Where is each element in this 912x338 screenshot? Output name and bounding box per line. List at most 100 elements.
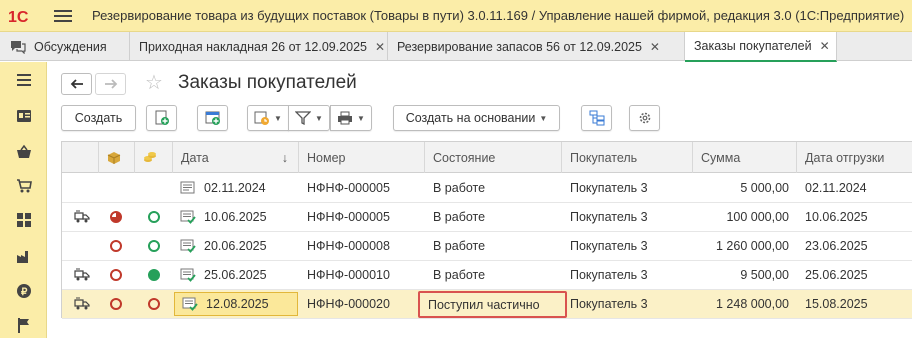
order-date: 02.11.2024 bbox=[204, 181, 266, 195]
orders-table: Дата ↓ Номер Состояние Покупатель Сумма … bbox=[61, 141, 912, 319]
tab-bar: Обсуждения Приходная накладная 26 от 12.… bbox=[0, 32, 912, 62]
payment-full-icon bbox=[148, 269, 160, 281]
order-state: В работе bbox=[433, 268, 486, 282]
forward-button[interactable] bbox=[95, 73, 126, 95]
production-icon[interactable] bbox=[16, 248, 32, 264]
date-cell[interactable]: 12.08.2025 bbox=[174, 292, 298, 316]
print-button[interactable]: ▼ bbox=[330, 105, 372, 131]
order-date: 25.06.2025 bbox=[204, 268, 267, 282]
order-number: НФНФ-000005 bbox=[307, 210, 390, 224]
column-header-icons[interactable] bbox=[62, 142, 99, 173]
date-cell[interactable]: 10.06.2025 bbox=[173, 203, 299, 231]
app-logo[interactable]: 1С bbox=[8, 6, 42, 26]
posted-document-icon bbox=[182, 297, 198, 311]
box-icon bbox=[107, 151, 121, 164]
order-number: НФНФ-000008 bbox=[307, 239, 390, 253]
column-header-customer[interactable]: Покупатель bbox=[562, 142, 693, 173]
column-header-sum[interactable]: Сумма bbox=[693, 142, 797, 173]
order-sum: 1 260 000,00 bbox=[716, 239, 789, 253]
table-row[interactable]: 20.06.2025 НФНФ-000008 В работе Покупатель … bbox=[62, 232, 912, 261]
filter-icon bbox=[295, 111, 312, 125]
main-menu-icon[interactable] bbox=[54, 9, 72, 22]
structure-button[interactable] bbox=[581, 105, 612, 131]
tab-reservation[interactable]: Резервирование запасов 56 от 12.09.2025 … bbox=[388, 32, 685, 61]
reserve-none-icon bbox=[110, 240, 122, 252]
order-ship-date: 02.11.2024 bbox=[805, 181, 867, 195]
catalog-icon[interactable] bbox=[16, 212, 32, 228]
order-date: 12.08.2025 bbox=[206, 297, 269, 311]
period-button[interactable]: ▼ bbox=[247, 105, 289, 131]
create-button[interactable]: Создать bbox=[61, 105, 136, 131]
column-header-number[interactable]: Номер bbox=[299, 142, 425, 173]
table-header: Дата ↓ Номер Состояние Покупатель Сумма … bbox=[62, 142, 912, 173]
order-sum: 9 500,00 bbox=[740, 268, 789, 282]
truck-icon bbox=[66, 261, 96, 289]
gear-icon bbox=[639, 112, 650, 124]
column-header-ship-date[interactable]: Дата отгрузки bbox=[797, 142, 912, 173]
column-header-state[interactable]: Состояние bbox=[425, 142, 562, 173]
chevron-down-icon: ▼ bbox=[274, 113, 282, 123]
new-from-template-button[interactable] bbox=[197, 105, 228, 131]
menu-icon[interactable] bbox=[16, 72, 32, 88]
order-number: НФНФ-000020 bbox=[307, 297, 390, 311]
settings-button[interactable] bbox=[629, 105, 660, 131]
date-cell[interactable]: 02.11.2024 bbox=[173, 174, 299, 202]
flag-icon[interactable] bbox=[16, 317, 32, 333]
filter-button[interactable]: ▼ bbox=[288, 105, 330, 131]
coins-icon bbox=[144, 151, 156, 162]
contacts-icon[interactable] bbox=[16, 108, 32, 124]
date-cell[interactable]: 20.06.2025 bbox=[173, 232, 299, 260]
column-header-date[interactable]: Дата ↓ bbox=[173, 142, 299, 173]
favorite-star-icon[interactable]: ☆ bbox=[145, 72, 163, 94]
table-row[interactable]: 10.06.2025 НФНФ-000005 В работе Покупатель … bbox=[62, 203, 912, 232]
order-sum: 1 248 000,00 bbox=[716, 297, 789, 311]
order-state: В работе bbox=[433, 210, 486, 224]
tab-customer-orders[interactable]: Заказы покупателей ✕ bbox=[685, 32, 837, 62]
create-based-on-button[interactable]: Создать на основании ▼ bbox=[393, 105, 560, 131]
order-date: 10.06.2025 bbox=[204, 210, 267, 224]
document-icon bbox=[180, 181, 196, 195]
tab-label: Резервирование запасов 56 от 12.09.2025 bbox=[397, 39, 642, 54]
table-row[interactable]: 02.11.2024 НФНФ-000005 В работе Покупатель … bbox=[62, 174, 912, 203]
order-customer: Покупатель 3 bbox=[570, 268, 648, 282]
column-header-payment[interactable] bbox=[135, 142, 173, 173]
order-sum: 5 000,00 bbox=[740, 181, 789, 195]
table-row[interactable]: 25.06.2025 НФНФ-000010 В работе Покупатель … bbox=[62, 261, 912, 290]
order-state: В работе bbox=[433, 239, 486, 253]
column-label: Дата отгрузки bbox=[805, 150, 885, 165]
copy-button[interactable] bbox=[146, 105, 177, 131]
order-number: НФНФ-000010 bbox=[307, 268, 390, 282]
tab-discussions[interactable]: Обсуждения bbox=[0, 32, 130, 61]
table-row[interactable]: 12.08.2025 НФНФ-000020 Поступил частично По… bbox=[62, 290, 912, 319]
close-tab-icon[interactable]: ✕ bbox=[650, 40, 660, 54]
discussions-icon bbox=[11, 40, 26, 54]
close-tab-icon[interactable]: ✕ bbox=[820, 39, 830, 53]
column-label: Номер bbox=[307, 150, 346, 165]
page-title: Заказы покупателей bbox=[178, 72, 357, 93]
column-header-reserve[interactable] bbox=[99, 142, 135, 173]
order-state: В работе bbox=[433, 181, 486, 195]
arrow-right-icon bbox=[104, 79, 117, 89]
order-state: Поступил частично bbox=[418, 291, 567, 318]
posted-document-icon bbox=[180, 268, 196, 282]
tab-receipt-invoice[interactable]: Приходная накладная 26 от 12.09.2025 ✕ bbox=[130, 32, 388, 61]
order-ship-date: 25.06.2025 bbox=[805, 268, 868, 282]
date-cell[interactable]: 25.06.2025 bbox=[173, 261, 299, 289]
column-label: Состояние bbox=[433, 150, 496, 165]
order-date: 20.06.2025 bbox=[204, 239, 267, 253]
back-button[interactable] bbox=[61, 73, 92, 95]
printer-icon bbox=[338, 111, 353, 125]
column-label: Сумма bbox=[701, 150, 741, 165]
close-tab-icon[interactable]: ✕ bbox=[375, 40, 385, 54]
reserve-none-icon bbox=[110, 269, 122, 281]
truck-icon bbox=[66, 203, 96, 231]
chevron-down-icon: ▼ bbox=[539, 113, 548, 123]
sections-sidebar: ₽ bbox=[0, 62, 47, 338]
money-icon[interactable]: ₽ bbox=[16, 283, 32, 299]
order-ship-date: 15.08.2025 bbox=[805, 297, 868, 311]
basket-icon[interactable] bbox=[16, 144, 32, 160]
payment-none-icon bbox=[148, 240, 160, 252]
arrow-left-icon bbox=[70, 79, 83, 89]
title-bar: 1С Резервирование товара из будущих пост… bbox=[0, 0, 912, 32]
cart-icon[interactable] bbox=[16, 178, 32, 194]
